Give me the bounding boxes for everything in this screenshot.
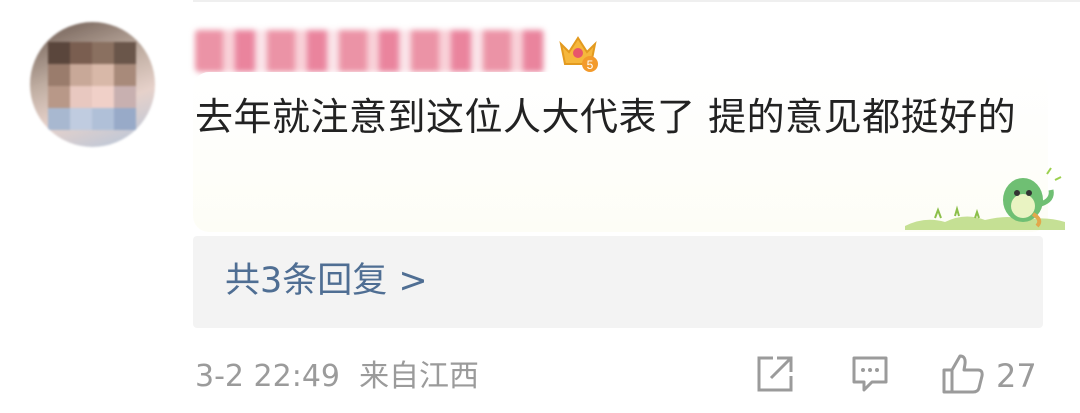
comment-button[interactable] bbox=[850, 350, 890, 402]
like-count: 27 bbox=[996, 357, 1037, 395]
comment-meta: 3-2 22:49 来自江西 bbox=[195, 359, 480, 394]
top-divider bbox=[193, 0, 1080, 2]
comment-icon bbox=[850, 354, 890, 398]
like-button[interactable]: 27 bbox=[940, 350, 1037, 402]
share-button[interactable] bbox=[755, 350, 795, 402]
crown-badge-icon[interactable]: 5 bbox=[556, 30, 600, 74]
view-replies-link[interactable]: 共3条回复 > bbox=[225, 258, 428, 304]
thumbs-up-icon bbox=[940, 352, 986, 400]
avatar[interactable] bbox=[30, 22, 155, 147]
comment-text: 去年就注意到这位人大代表了 提的意见都挺好的 bbox=[195, 95, 1017, 139]
svg-text:5: 5 bbox=[587, 58, 594, 72]
dinosaur-sticker-icon bbox=[905, 160, 1065, 240]
share-icon bbox=[755, 354, 795, 398]
username[interactable] bbox=[195, 30, 545, 72]
